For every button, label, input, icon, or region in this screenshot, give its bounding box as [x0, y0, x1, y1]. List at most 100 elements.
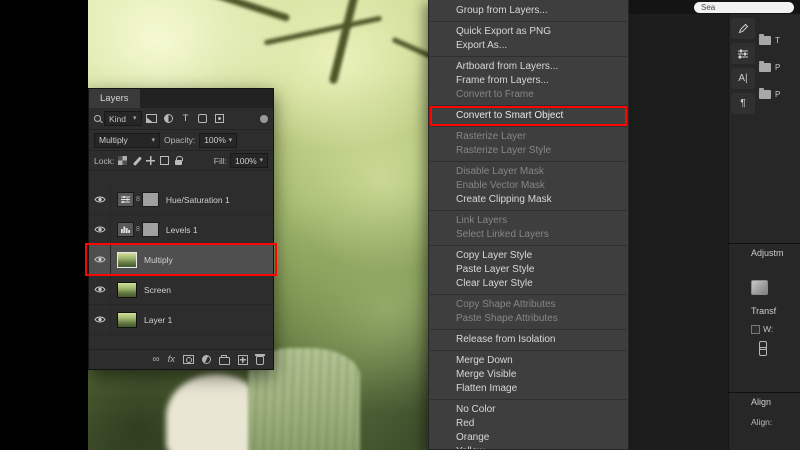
folder-label: T [775, 36, 780, 45]
opacity-value: 100% [204, 135, 226, 145]
menu-item-merge-down[interactable]: Merge Down [429, 354, 628, 368]
panel-tabbar: Layers [89, 89, 273, 108]
visibility-eye-icon[interactable] [89, 275, 111, 304]
fill-dropdown[interactable]: 100% ▾ [230, 153, 268, 168]
visibility-eye-icon[interactable] [89, 245, 111, 274]
menu-item-convert-to-smart-object[interactable]: Convert to Smart Object [429, 106, 628, 126]
menu-item-frame-from-layers[interactable]: Frame from Layers... [429, 74, 628, 88]
delete-layer-icon[interactable] [255, 354, 265, 365]
visibility-eye-icon[interactable] [89, 215, 111, 244]
lock-artboard-icon[interactable] [159, 155, 170, 166]
character-panel-icon[interactable]: A| [731, 68, 755, 89]
layer-row-hue-saturation-1[interactable]: 8 Hue/Saturation 1 [89, 185, 273, 215]
menu-item-quick-export-as-png[interactable]: Quick Export as PNG [429, 25, 628, 39]
lock-pixels-icon[interactable] [131, 155, 142, 166]
kind-filter-dropdown[interactable]: Kind ▾ [104, 111, 142, 126]
layer-row-levels-1[interactable]: 8 Levels 1 [89, 215, 273, 245]
menu-item-merge-visible[interactable]: Merge Visible [429, 368, 628, 382]
adjustment-preset-tile[interactable] [751, 280, 768, 295]
layer-style-icon[interactable]: fx [168, 354, 175, 365]
width-field[interactable]: W: [751, 324, 773, 334]
lock-transparency-icon[interactable] [117, 155, 128, 166]
menu-item-flatten-image[interactable]: Flatten Image [429, 382, 628, 396]
field-box [751, 324, 760, 334]
new-adjustment-layer-icon[interactable] [202, 355, 211, 364]
link-dimensions-icon[interactable] [759, 341, 767, 356]
smart-object-glyph [215, 114, 225, 123]
align-panel-label[interactable]: Align [751, 397, 771, 407]
adjustment-filter-icon[interactable] [162, 111, 176, 126]
photo-branch-shape [145, 0, 291, 23]
smart-object-filter-icon[interactable] [213, 111, 227, 126]
highlight-annotation [85, 243, 277, 276]
folder-item[interactable]: P [759, 61, 799, 74]
menu-item-no-color[interactable]: No Color [429, 403, 628, 417]
menu-item-red[interactable]: Red [429, 417, 628, 431]
menu-item-artboard-from-layers[interactable]: Artboard from Layers... [429, 60, 628, 74]
menu-item-rasterize-layer: Rasterize Layer [456, 131, 527, 142]
menu-item-export-as[interactable]: Export As... [429, 39, 628, 53]
menu-item-release-from-isolation[interactable]: Release from Isolation [429, 333, 628, 347]
filter-toggle-icon[interactable] [260, 114, 268, 123]
checker-glyph [118, 156, 128, 165]
layer-row-layer-1[interactable]: Layer 1 [89, 305, 273, 335]
search-input[interactable]: Sea [694, 2, 794, 13]
half-circle-glyph [164, 114, 174, 123]
menu-item-copy-layer-style[interactable]: Copy Layer Style [429, 249, 628, 263]
image-filter-icon[interactable] [145, 111, 159, 126]
add-mask-icon[interactable] [183, 355, 194, 364]
panel-icon-strip: A| ¶ [731, 18, 755, 114]
menu-item-clear-layer-style[interactable]: Clear Layer Style [429, 277, 628, 291]
fill-value: 100% [235, 155, 257, 166]
layer-row-multiply[interactable]: Multiply [85, 243, 277, 276]
layer-thumbnail[interactable] [117, 311, 137, 328]
menu-separator [430, 329, 627, 330]
brush-glyph [132, 155, 142, 166]
tab-layers[interactable]: Layers [89, 89, 140, 108]
pen-icon[interactable] [731, 18, 755, 39]
shape-filter-icon[interactable] [196, 111, 210, 126]
adjustment-layer-icon[interactable] [117, 192, 134, 207]
menu-item-paste-shape-attributes: Paste Shape Attributes [456, 313, 558, 324]
layer-mask-thumbnail[interactable] [141, 222, 159, 237]
menu-separator [430, 105, 627, 106]
adjustments-panel-label[interactable]: Adjustm [751, 248, 784, 258]
opacity-label: Opacity: [164, 135, 196, 145]
new-group-icon[interactable] [219, 354, 230, 365]
menu-separator [430, 245, 627, 246]
adjustment-layer-icon[interactable] [117, 222, 134, 237]
layer-thumbnail[interactable] [117, 251, 137, 268]
shape-glyph [198, 114, 208, 123]
menu-item-create-clipping-mask[interactable]: Create Clipping Mask [429, 193, 628, 207]
menu-item-orange[interactable]: Orange [429, 431, 628, 445]
type-filter-icon[interactable]: T [179, 111, 193, 126]
link-layers-icon[interactable]: ∞ [152, 354, 159, 365]
visibility-eye-icon[interactable] [89, 185, 111, 214]
lock-position-icon[interactable] [145, 155, 157, 166]
lock-all-icon[interactable] [173, 155, 184, 166]
blend-mode-dropdown[interactable]: Multiply ▾ [94, 132, 160, 148]
opacity-dropdown[interactable]: 100% ▾ [199, 132, 238, 148]
chevron-down-icon: ▾ [151, 136, 155, 144]
kind-label: Kind [109, 113, 127, 124]
layer-thumbnail[interactable] [117, 281, 137, 298]
menu-item-group-from-layers[interactable]: Group from Layers... [429, 4, 628, 18]
folder-item[interactable]: P [759, 88, 799, 101]
menu-item-yellow[interactable]: Yellow [429, 445, 628, 449]
new-layer-icon[interactable] [238, 354, 248, 365]
sliders-icon[interactable] [731, 43, 755, 64]
panel-divider [728, 243, 800, 244]
menu-item-enable-vector-mask: Enable Vector Mask [456, 180, 545, 191]
photoshop-workspace: Layers Kind ▾ T Multiply ▾ Opacity: 100%… [0, 0, 800, 450]
folder-item[interactable]: T [759, 34, 799, 47]
menu-item-paste-layer-style[interactable]: Paste Layer Style [429, 263, 628, 277]
menu-separator [430, 126, 627, 127]
chevron-down-icon: ▾ [133, 115, 137, 122]
visibility-eye-icon[interactable] [89, 305, 111, 334]
paragraph-panel-icon[interactable]: ¶ [731, 93, 755, 114]
layer-mask-thumbnail[interactable] [141, 192, 159, 207]
layer-name: Levels 1 [165, 224, 198, 235]
menu-separator [430, 21, 627, 22]
layer-row-screen[interactable]: Screen [89, 275, 273, 305]
chevron-down-icon: ▾ [228, 136, 233, 144]
